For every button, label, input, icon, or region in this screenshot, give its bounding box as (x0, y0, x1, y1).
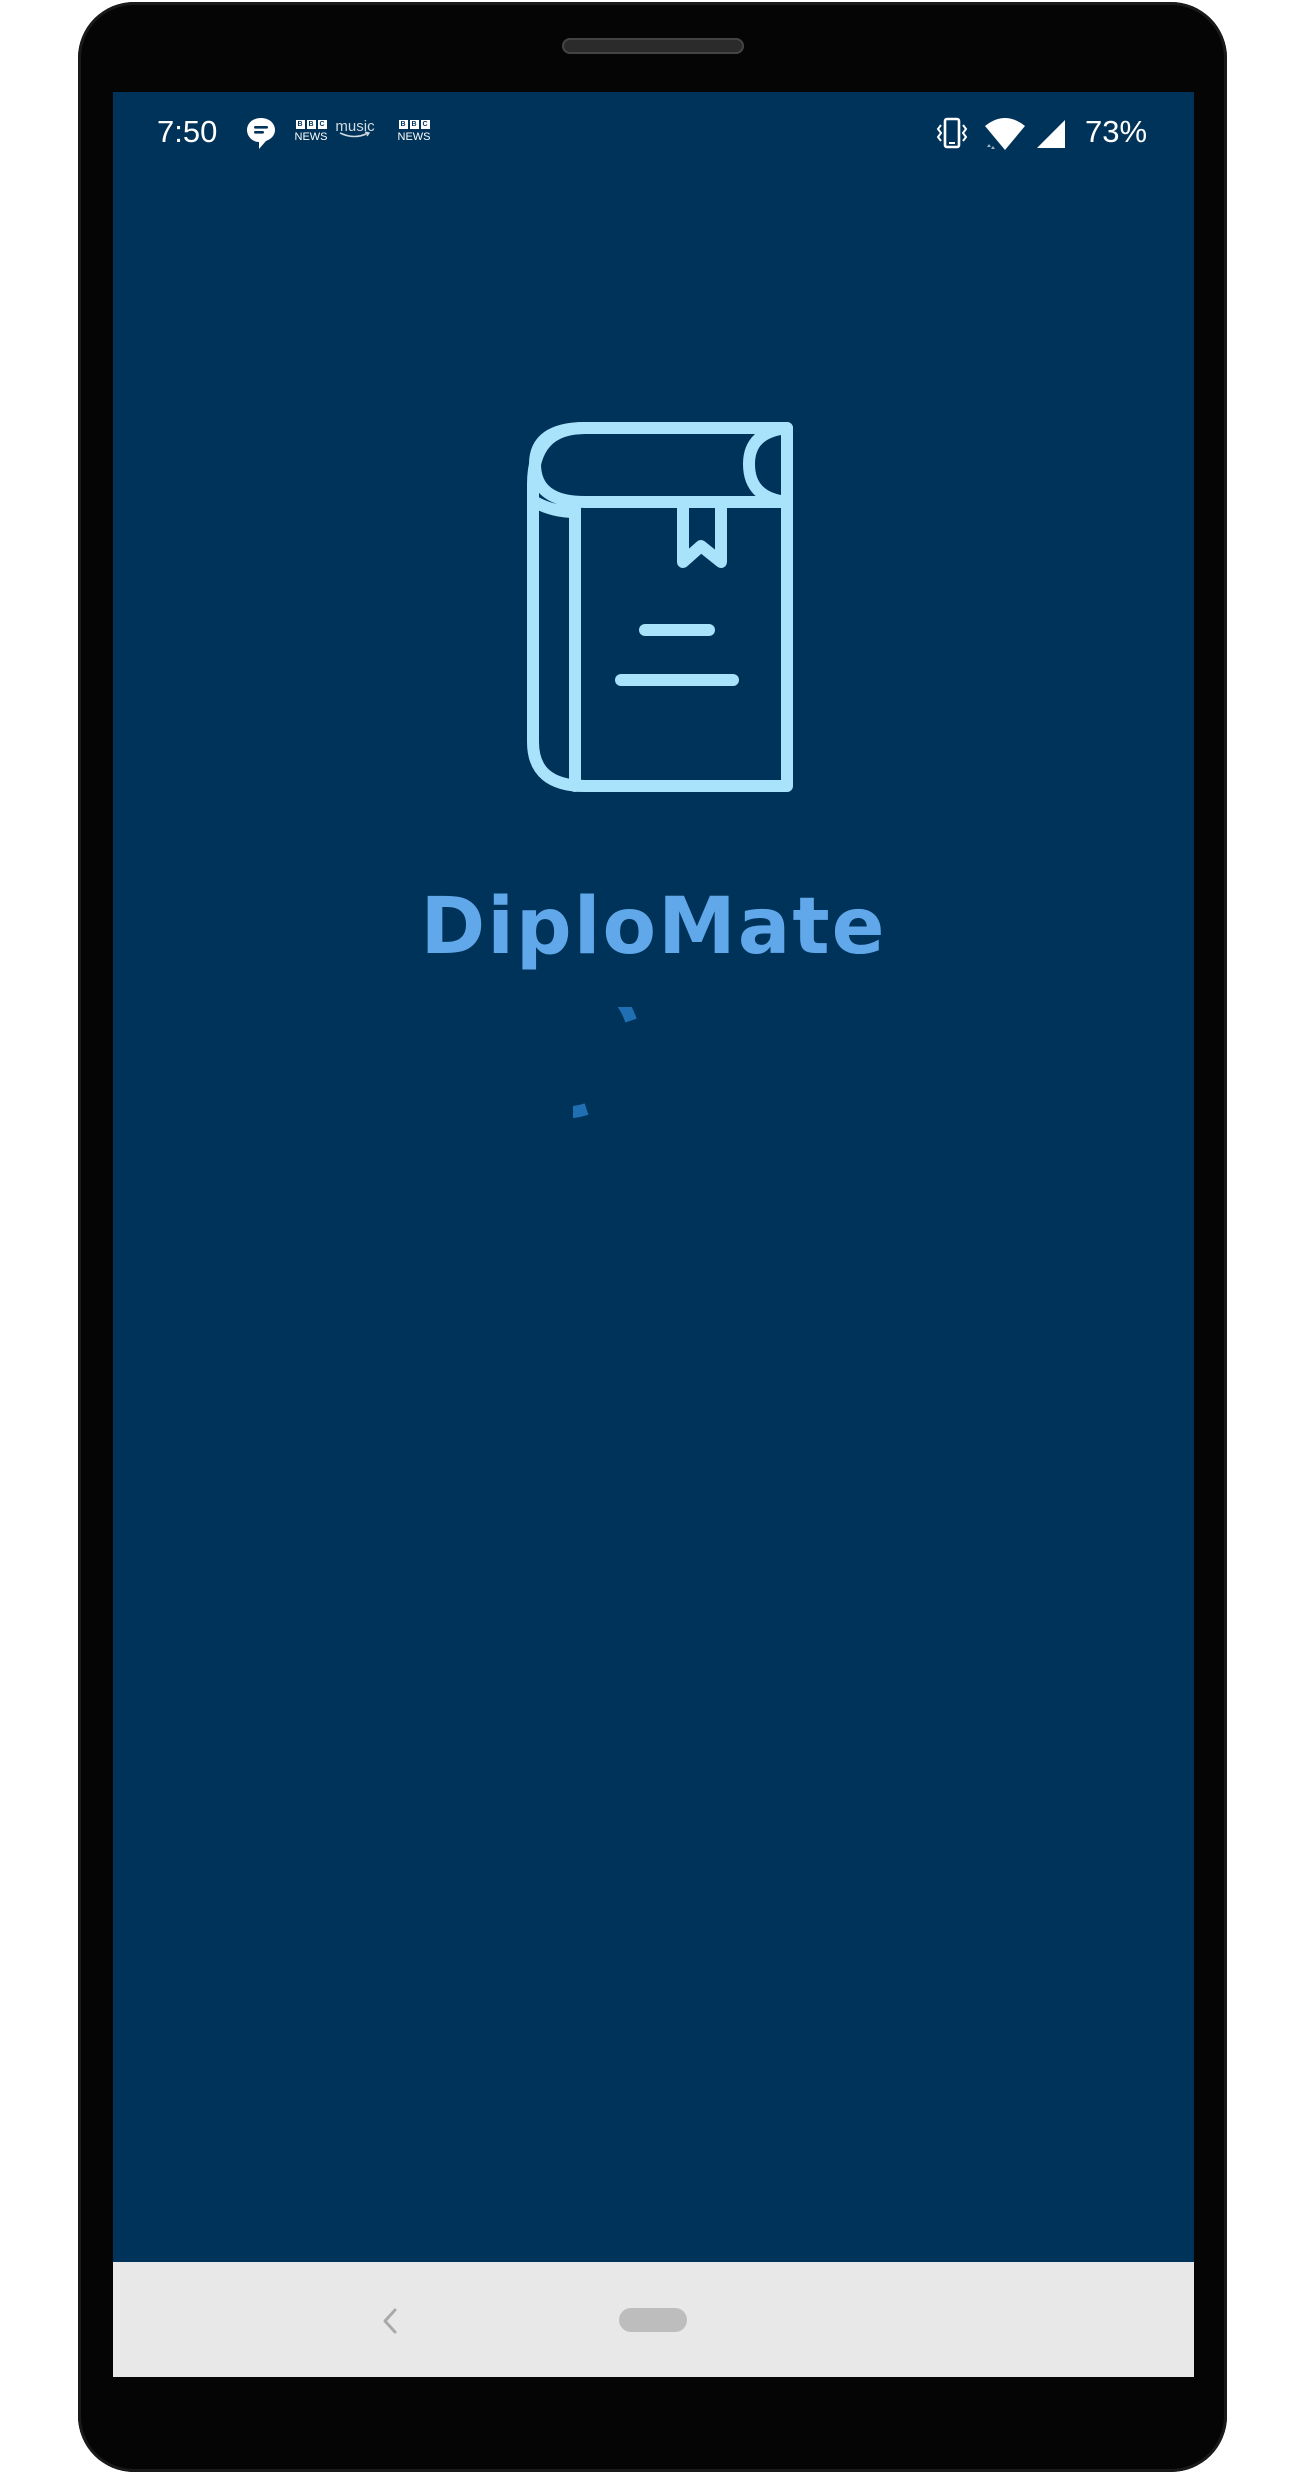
bbc-news-icon: B B C NEWS (293, 120, 329, 144)
bbc-letter: B (409, 120, 419, 129)
chevron-left-icon[interactable] (375, 2304, 405, 2338)
book-bookmark-icon (527, 422, 793, 792)
bbc-letter: C (420, 120, 430, 129)
navigation-bar (113, 2262, 1194, 2377)
earpiece-speaker (562, 38, 744, 54)
status-time: 7:50 (157, 114, 218, 149)
phone-frame: 7:50 B B C NEWS music B B C NEWS 73% Dip… (78, 2, 1227, 2472)
bbc-news-label: NEWS (397, 131, 431, 143)
bbc-letter: B (398, 120, 408, 129)
cell-signal-icon (1037, 120, 1065, 148)
bbc-letter: B (295, 120, 305, 129)
bbc-news-icon: B B C NEWS (396, 120, 432, 144)
amazon-music-icon: music (333, 118, 377, 139)
app-name: DiploMate (420, 882, 887, 972)
vibrate-icon (936, 117, 968, 149)
battery-percent: 73% (1085, 114, 1148, 149)
message-bubble-icon (247, 118, 275, 149)
screen: 7:50 B B C NEWS music B B C NEWS 73% Dip… (113, 92, 1194, 2377)
status-bar: 7:50 B B C NEWS music B B C NEWS 73% (113, 92, 1194, 178)
bbc-letter: C (317, 120, 327, 129)
phone-chin (113, 2377, 1194, 2417)
loading-spinner (573, 1007, 637, 1119)
home-pill-icon[interactable] (619, 2308, 687, 2332)
bbc-news-label: NEWS (294, 131, 328, 143)
wifi-icon (985, 118, 1025, 150)
bbc-letter: B (306, 120, 316, 129)
